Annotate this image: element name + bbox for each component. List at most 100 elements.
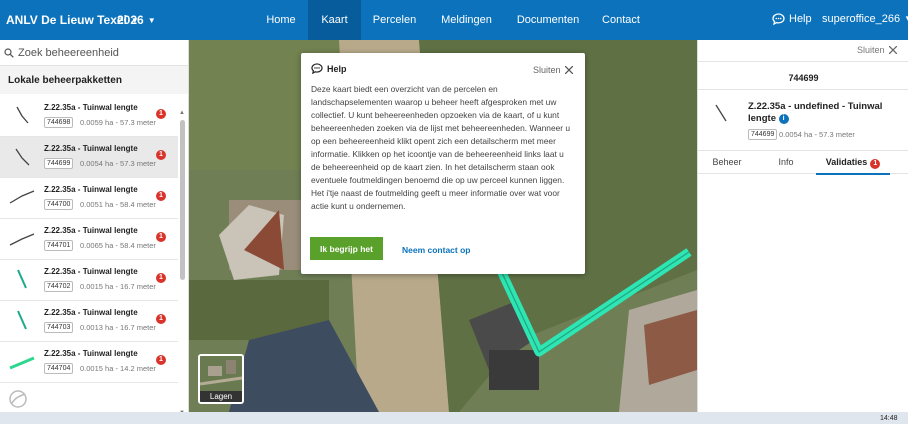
caret-down-icon: ▼ — [147, 16, 156, 25]
error-badge: 1 — [156, 273, 166, 283]
list-scrollbar[interactable]: ▲ ▼ — [179, 110, 186, 419]
item-id: 744703 — [44, 322, 74, 333]
user-menu[interactable]: superoffice_266▼ — [822, 13, 908, 25]
contact-link[interactable]: Neem contact op — [402, 245, 471, 255]
caret-down-icon: ▼ — [904, 14, 908, 23]
top-navbar: ANLV De Lieuw Texel ▼ 2026 ▼ Home Kaart Pe… — [0, 0, 908, 40]
panel-tabs: Beheer Info Validaties 1 — [698, 150, 908, 175]
error-badge: 1 — [156, 314, 166, 324]
dark-line-icon[interactable] — [8, 225, 36, 253]
item-meta: 0.0054 ha - 57.3 meter — [80, 159, 156, 168]
nav-meldingen[interactable]: Meldingen — [428, 0, 505, 40]
error-badge: 1 — [156, 232, 166, 242]
year-value: 2026 — [117, 13, 144, 27]
os-taskbar: 14:48 — [0, 412, 908, 424]
item-title: Z.22.35a - Tuinwal lengte — [44, 144, 138, 153]
list-item[interactable]: Z.22.35a - Tuinwal lengte 744700 0.0051 … — [0, 178, 178, 219]
list-item[interactable]: Z.22.35a - Tuinwal lengte 744702 0.0015 … — [0, 260, 178, 301]
item-title: Z.22.35a - Tuinwal lengte — [44, 185, 138, 194]
understand-button[interactable]: Ik begrijp het — [310, 237, 383, 260]
nav-home[interactable]: Home — [254, 0, 308, 40]
item-meta: 0.0065 ha - 58.4 meter — [80, 241, 156, 250]
close-panel-button[interactable]: Sluiten — [857, 45, 897, 55]
item-id: 744702 — [44, 281, 74, 292]
layers-thumbnail-icon — [200, 356, 242, 391]
help-label: Help — [789, 13, 812, 25]
scroll-up-icon[interactable]: ▲ — [179, 110, 185, 116]
divider — [698, 61, 908, 62]
dark-line-icon — [715, 104, 727, 122]
dark-line-icon[interactable] — [8, 143, 36, 171]
tab-beheer[interactable]: Beheer — [698, 151, 756, 175]
nav-contact[interactable]: Contact — [591, 0, 651, 40]
close-label: Sluiten — [857, 45, 885, 55]
list-item[interactable]: Z.22.35a - Tuinwal lengte 744704 0.0015 … — [0, 342, 178, 383]
beheereenheid-list: Z.22.35a - Tuinwal lengte 744698 0.0059 … — [0, 96, 178, 384]
item-id: 744704 — [44, 363, 74, 374]
layers-button[interactable]: Lagen — [198, 354, 244, 404]
item-title: Z.22.35a - Tuinwal lengte — [44, 308, 138, 317]
dark-line-icon[interactable] — [8, 184, 36, 212]
scroll-thumb[interactable] — [180, 120, 185, 280]
list-item[interactable]: Z.22.35a - Tuinwal lengte 744698 0.0059 … — [0, 96, 178, 137]
panel-meta: 0.0054 ha - 57.3 meter — [779, 130, 855, 139]
tab-info[interactable]: Info — [756, 151, 816, 175]
close-icon — [888, 46, 897, 54]
panel-title: Z.22.35a - undefined - Tuinwal lengte i — [748, 101, 898, 125]
error-badge: 1 — [156, 191, 166, 201]
tab-label: Beheer — [712, 157, 742, 167]
dialog-title: Help — [327, 63, 347, 74]
close-dialog-button[interactable]: Sluiten — [533, 65, 573, 75]
year-dropdown[interactable]: 2026 ▼ — [117, 13, 156, 27]
tab-label: Validaties — [825, 157, 868, 167]
nav-kaart[interactable]: Kaart — [308, 0, 361, 40]
item-id: 744701 — [44, 240, 74, 251]
dialog-header: Help — [311, 63, 347, 74]
nav-percelen[interactable]: Percelen — [361, 0, 428, 40]
item-title: Z.22.35a - Tuinwal lengte — [44, 349, 138, 358]
error-badge: 1 — [870, 159, 881, 169]
chat-help-icon — [311, 63, 323, 74]
item-id: 744698 — [44, 117, 74, 128]
tab-validaties[interactable]: Validaties 1 — [816, 151, 890, 175]
list-item[interactable]: Z.22.35a - Tuinwal lengte 744701 0.0065 … — [0, 219, 178, 260]
close-label: Sluiten — [533, 65, 561, 75]
dark-line-icon[interactable] — [8, 102, 36, 130]
item-id: 744699 — [44, 158, 74, 169]
taskbar-clock: 14:48 — [880, 415, 898, 422]
section-title: Lokale beheerpakketten — [0, 66, 188, 94]
teal-line-icon[interactable] — [8, 266, 36, 294]
help-dialog: Help Sluiten Deze kaart biedt een overzi… — [301, 53, 585, 274]
username: superoffice_266 — [822, 13, 901, 25]
item-title: Z.22.35a - Tuinwal lengte — [44, 267, 138, 276]
sidebar: Lokale beheerpakketten Z.22.35a - Tuinwa… — [0, 40, 189, 416]
item-meta: 0.0015 ha - 14.2 meter — [80, 364, 156, 373]
teal-line-icon[interactable] — [8, 307, 36, 335]
error-badge: 1 — [156, 355, 166, 365]
divider — [698, 89, 908, 90]
search-icon — [4, 47, 14, 58]
item-title: Z.22.35a - Tuinwal lengte — [44, 103, 138, 112]
dialog-body-text: Deze kaart biedt een overzicht van de pe… — [311, 84, 571, 211]
info-icon[interactable]: i — [778, 114, 789, 124]
panel-id-tag: 744699 — [748, 129, 778, 140]
list-item[interactable]: Z.22.35a - Tuinwal lengte 744703 0.0013 … — [0, 301, 178, 342]
panel-title-text: Z.22.35a - undefined - Tuinwal lengte — [748, 101, 883, 124]
search-bar — [0, 40, 188, 66]
detail-panel: Sluiten 744699 Z.22.35a - undefined - Tu… — [697, 40, 908, 412]
green-line-icon[interactable] — [8, 348, 36, 376]
organization-name: ANLV De Lieuw Texel — [6, 13, 127, 27]
main-nav: Home Kaart Percelen Meldingen Documenten… — [254, 0, 651, 40]
item-title: Z.22.35a - Tuinwal lengte — [44, 226, 138, 235]
help-button[interactable]: Help — [772, 13, 812, 25]
list-item[interactable]: Z.22.35a - Tuinwal lengte 744699 0.0054 … — [0, 137, 178, 178]
app-logo-icon — [9, 390, 27, 408]
layers-label: Lagen — [200, 391, 242, 402]
nav-documenten[interactable]: Documenten — [505, 0, 591, 40]
item-meta: 0.0059 ha - 57.3 meter — [80, 118, 156, 127]
item-meta: 0.0013 ha - 16.7 meter — [80, 323, 156, 332]
error-badge: 1 — [156, 150, 166, 160]
close-icon — [564, 66, 573, 74]
search-input[interactable] — [18, 46, 168, 59]
error-badge: 1 — [156, 109, 166, 119]
